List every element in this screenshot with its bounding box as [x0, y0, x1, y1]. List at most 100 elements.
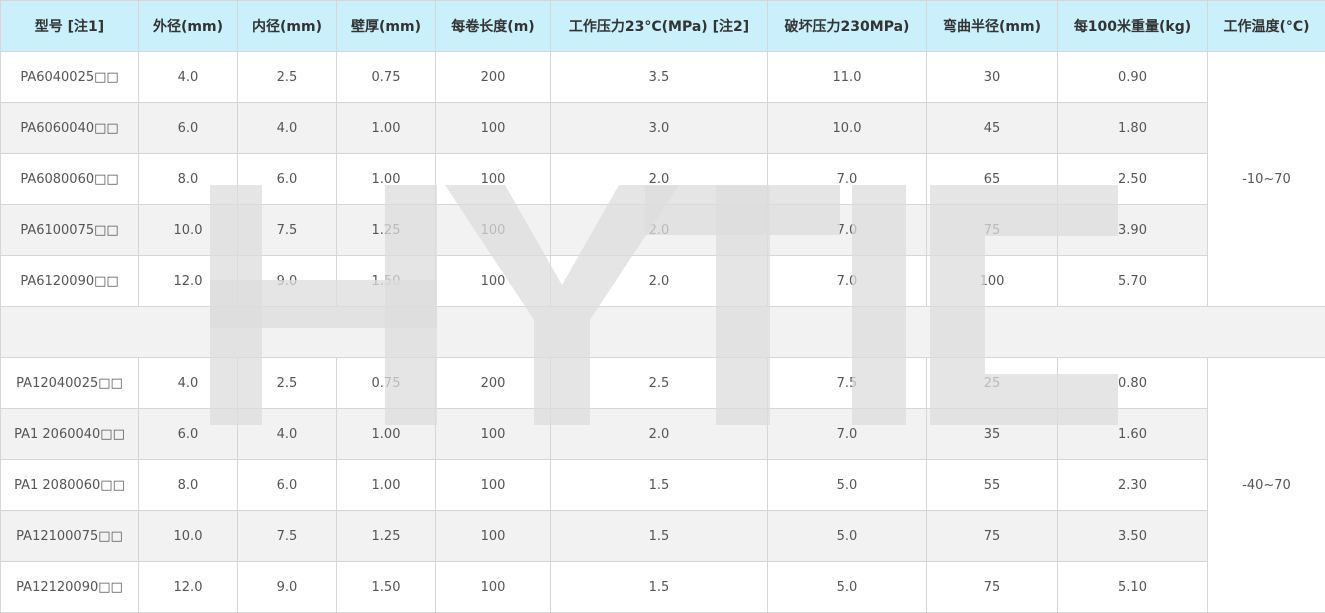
header-outer-diameter: 外径(mm): [138, 0, 238, 52]
cell-bend-radius: 75: [926, 510, 1058, 562]
cell-bend-radius: 35: [926, 408, 1058, 460]
table-row: PA6060040□□ 6.0 4.0 1.00 100 3.0 10.0 45…: [0, 102, 1325, 154]
cell-wall-thickness: 1.25: [336, 510, 436, 562]
cell-working-pressure: 3.5: [550, 51, 768, 103]
cell-wall-thickness: 0.75: [336, 51, 436, 103]
cell-roll-length: 100: [435, 102, 551, 154]
table-row: PA12100075□□ 10.0 7.5 1.25 100 1.5 5.0 7…: [0, 510, 1325, 562]
header-temperature: 工作温度(°C): [1207, 0, 1325, 52]
cell-inner-diameter: 6.0: [237, 153, 337, 205]
cell-burst-pressure: 7.0: [767, 204, 927, 256]
cell-inner-diameter: 6.0: [237, 459, 337, 511]
cell-outer-diameter: 6.0: [138, 102, 238, 154]
cell-weight: 5.70: [1057, 255, 1208, 307]
cell-bend-radius: 75: [926, 204, 1058, 256]
header-inner-diameter: 内径(mm): [237, 0, 337, 52]
cell-model: PA12100075□□: [0, 510, 139, 562]
header-wall-thickness: 壁厚(mm): [336, 0, 436, 52]
cell-inner-diameter: 4.0: [237, 102, 337, 154]
cell-burst-pressure: 7.5: [767, 357, 927, 409]
cell-weight: 0.80: [1057, 357, 1208, 409]
table-row: PA12040025□□ 4.0 2.5 0.75 200 2.5 7.5 25…: [0, 357, 1325, 613]
header-working-pressure: 工作压力23°C(MPa) [注2]: [550, 0, 768, 52]
header-weight: 每100米重量(kg): [1057, 0, 1208, 52]
cell-outer-diameter: 4.0: [138, 357, 238, 409]
header-model: 型号 [注1]: [0, 0, 139, 52]
cell-working-pressure: 1.5: [550, 510, 768, 562]
cell-bend-radius: 75: [926, 561, 1058, 613]
cell-roll-length: 100: [435, 153, 551, 205]
table-row: PA6120090□□ 12.0 9.0 1.50 100 2.0 7.0 10…: [0, 255, 1325, 307]
cell-bend-radius: 65: [926, 153, 1058, 205]
cell-working-pressure: 2.5: [550, 357, 768, 409]
cell-bend-radius: 100: [926, 255, 1058, 307]
cell-weight: 5.10: [1057, 561, 1208, 613]
cell-model: PA6120090□□: [0, 255, 139, 307]
cell-wall-thickness: 1.50: [336, 255, 436, 307]
cell-outer-diameter: 12.0: [138, 255, 238, 307]
cell-model: PA1 2060040□□: [0, 408, 139, 460]
cell-inner-diameter: 4.0: [237, 408, 337, 460]
cell-wall-thickness: 1.00: [336, 459, 436, 511]
cell-model: PA6080060□□: [0, 153, 139, 205]
cell-roll-length: 100: [435, 255, 551, 307]
cell-working-pressure: 2.0: [550, 255, 768, 307]
cell-burst-pressure: 5.0: [767, 510, 927, 562]
header-roll-length: 每卷长度(m): [435, 0, 551, 52]
cell-wall-thickness: 1.00: [336, 102, 436, 154]
cell-wall-thickness: 1.00: [336, 153, 436, 205]
table-row: PA1 2080060□□ 8.0 6.0 1.00 100 1.5 5.0 5…: [0, 459, 1325, 511]
table-row: PA6080060□□ 8.0 6.0 1.00 100 2.0 7.0 65 …: [0, 153, 1325, 205]
cell-working-pressure: 2.0: [550, 153, 768, 205]
header-bend-radius: 弯曲半径(mm): [926, 0, 1058, 52]
cell-working-pressure: 2.0: [550, 204, 768, 256]
cell-outer-diameter: 12.0: [138, 561, 238, 613]
cell-temperature: -10~70: [1207, 51, 1325, 307]
cell-roll-length: 100: [435, 408, 551, 460]
cell-outer-diameter: 8.0: [138, 153, 238, 205]
cell-model: PA6060040□□: [0, 102, 139, 154]
cell-temperature: -40~70: [1207, 357, 1325, 613]
cell-roll-length: 100: [435, 561, 551, 613]
cell-model: PA6040025□□: [0, 51, 139, 103]
cell-burst-pressure: 11.0: [767, 51, 927, 103]
separator-cell: [0, 306, 1325, 358]
cell-burst-pressure: 7.0: [767, 408, 927, 460]
cell-roll-length: 200: [435, 357, 551, 409]
cell-weight: 3.50: [1057, 510, 1208, 562]
cell-bend-radius: 30: [926, 51, 1058, 103]
cell-weight: 3.90: [1057, 204, 1208, 256]
table-row: PA6040025□□ 4.0 2.5 0.75 200 3.5 11.0 30…: [0, 51, 1325, 307]
cell-roll-length: 100: [435, 204, 551, 256]
cell-weight: 1.80: [1057, 102, 1208, 154]
cell-roll-length: 100: [435, 510, 551, 562]
cell-working-pressure: 1.5: [550, 561, 768, 613]
table-row: PA12120090□□ 12.0 9.0 1.50 100 1.5 5.0 7…: [0, 561, 1325, 613]
cell-model: PA12120090□□: [0, 561, 139, 613]
cell-inner-diameter: 9.0: [237, 255, 337, 307]
cell-outer-diameter: 4.0: [138, 51, 238, 103]
header-burst-pressure: 破坏压力230MPa): [767, 0, 927, 52]
cell-inner-diameter: 2.5: [237, 357, 337, 409]
cell-working-pressure: 1.5: [550, 459, 768, 511]
cell-working-pressure: 3.0: [550, 102, 768, 154]
cell-outer-diameter: 6.0: [138, 408, 238, 460]
cell-outer-diameter: 8.0: [138, 459, 238, 511]
cell-burst-pressure: 5.0: [767, 561, 927, 613]
cell-outer-diameter: 10.0: [138, 204, 238, 256]
header-row: 型号 [注1] 外径(mm) 内径(mm) 壁厚(mm) 每卷长度(m) 工作压…: [0, 0, 1325, 52]
cell-bend-radius: 25: [926, 357, 1058, 409]
cell-model: PA1 2080060□□: [0, 459, 139, 511]
cell-inner-diameter: 2.5: [237, 51, 337, 103]
cell-weight: 0.90: [1057, 51, 1208, 103]
cell-bend-radius: 45: [926, 102, 1058, 154]
cell-burst-pressure: 5.0: [767, 459, 927, 511]
cell-model: PA12040025□□: [0, 357, 139, 409]
table-row: PA6100075□□ 10.0 7.5 1.25 100 2.0 7.0 75…: [0, 204, 1325, 256]
cell-roll-length: 100: [435, 459, 551, 511]
cell-wall-thickness: 1.00: [336, 408, 436, 460]
cell-inner-diameter: 7.5: [237, 204, 337, 256]
spec-table: 型号 [注1] 外径(mm) 内径(mm) 壁厚(mm) 每卷长度(m) 工作压…: [0, 0, 1325, 613]
cell-burst-pressure: 10.0: [767, 102, 927, 154]
cell-wall-thickness: 1.25: [336, 204, 436, 256]
